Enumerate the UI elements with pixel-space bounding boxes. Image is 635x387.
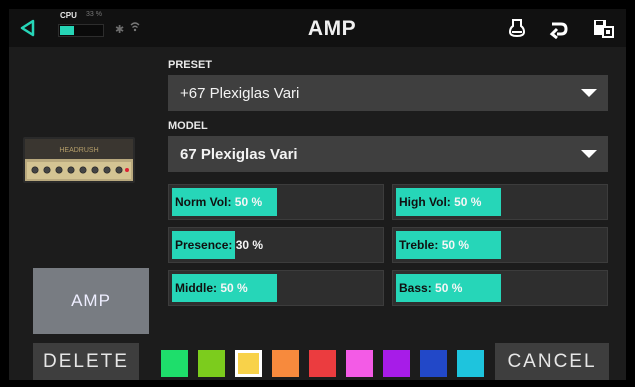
chevron-down-icon xyxy=(581,150,597,158)
param-slider-middle[interactable]: Middle: 50 % xyxy=(168,270,384,306)
param-value: 50 % xyxy=(441,238,470,252)
delete-button[interactable]: DELETE xyxy=(33,343,139,380)
cpu-percent: 33 % xyxy=(86,11,102,18)
model-dropdown[interactable]: 67 Plexiglas Vari xyxy=(168,136,608,172)
color-swatch-blue[interactable] xyxy=(420,350,447,377)
param-value: 50 % xyxy=(454,195,482,209)
model-value: 67 Plexiglas Vari xyxy=(180,146,298,163)
cpu-meter xyxy=(58,24,104,37)
cpu-label: CPU xyxy=(60,11,77,20)
tuner-icon[interactable] xyxy=(506,17,528,39)
screen: CPU 33 % ✱ AMP HEADRUSH AMP PRESET +67 P… xyxy=(0,0,635,387)
color-swatch-lime[interactable] xyxy=(198,350,225,377)
amp-edit-panel: CPU 33 % ✱ AMP HEADRUSH AMP PRESET +67 P… xyxy=(9,9,626,380)
amp-model-thumbnail: HEADRUSH xyxy=(23,137,135,183)
param-value: 50 % xyxy=(435,281,463,295)
back-icon[interactable] xyxy=(17,17,39,39)
param-slider-bass[interactable]: Bass: 50 % xyxy=(392,270,608,306)
param-slider-treble[interactable]: Treble: 50 % xyxy=(392,227,608,263)
preset-label: PRESET xyxy=(168,59,213,71)
save-icon[interactable] xyxy=(592,17,614,39)
param-name: Treble xyxy=(399,238,435,252)
wifi-icon xyxy=(130,22,140,32)
model-label: MODEL xyxy=(168,120,208,132)
bluetooth-icon: ✱ xyxy=(115,24,125,36)
param-slider-norm-vol[interactable]: Norm Vol: 50 % xyxy=(168,184,384,220)
color-swatch-purple[interactable] xyxy=(383,350,410,377)
header-bar: CPU 33 % ✱ AMP xyxy=(9,9,626,47)
color-swatch-red[interactable] xyxy=(309,350,336,377)
param-slider-high-vol[interactable]: High Vol: 50 % xyxy=(392,184,608,220)
param-name: Middle xyxy=(175,281,213,295)
page-title: AMP xyxy=(307,17,357,40)
param-name: High Vol xyxy=(399,195,447,209)
param-name: Bass xyxy=(399,281,428,295)
undo-icon[interactable] xyxy=(547,17,569,39)
param-name: Norm Vol xyxy=(175,195,228,209)
param-name: Presence xyxy=(175,238,229,252)
amp-block-button[interactable]: AMP xyxy=(33,268,149,334)
param-value: 50 % xyxy=(234,195,263,209)
chevron-down-icon xyxy=(581,89,597,97)
color-swatch-orange[interactable] xyxy=(272,350,299,377)
amp-brand-text: HEADRUSH xyxy=(59,147,98,154)
cancel-button[interactable]: CANCEL xyxy=(495,343,609,380)
cpu-meter-fill xyxy=(60,26,74,35)
preset-value: +67 Plexiglas Vari xyxy=(180,85,300,102)
param-value: 50 % xyxy=(220,281,248,295)
preset-dropdown[interactable]: +67 Plexiglas Vari xyxy=(168,75,608,111)
color-swatch-green[interactable] xyxy=(161,350,188,377)
param-value: 30 % xyxy=(235,238,264,252)
color-swatch-cyan[interactable] xyxy=(457,350,484,377)
color-swatch-pink[interactable] xyxy=(346,350,373,377)
param-slider-presence[interactable]: Presence: 30 % xyxy=(168,227,384,263)
color-swatch-yellow[interactable] xyxy=(235,350,262,377)
